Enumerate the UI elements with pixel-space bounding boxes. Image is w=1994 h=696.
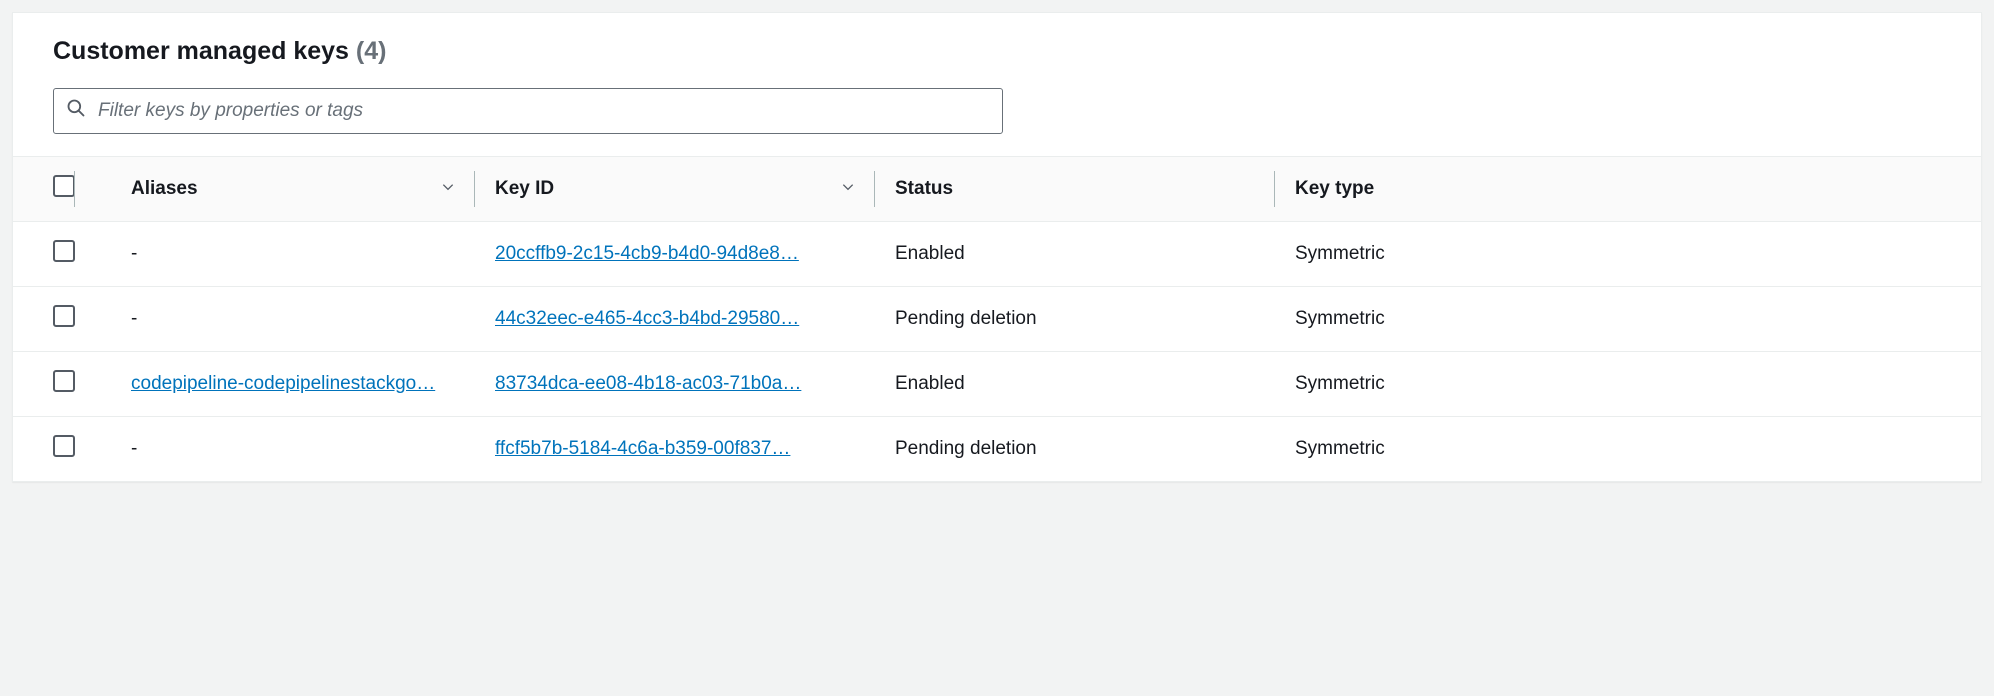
- title-text: Customer managed keys: [53, 37, 349, 65]
- column-header-aliases[interactable]: Aliases: [75, 157, 475, 222]
- column-label-aliases: Aliases: [131, 178, 198, 200]
- column-header-type[interactable]: Key type: [1275, 157, 1981, 222]
- table-row: - 44c32eec-e465-4cc3-b4bd-29580… Pending d…: [13, 287, 1981, 352]
- column-header-keyid[interactable]: Key ID: [475, 157, 875, 222]
- row-checkbox[interactable]: [53, 240, 75, 262]
- keyid-link[interactable]: ffcf5b7b-5184-4c6a-b359-00f837…: [495, 438, 790, 459]
- keyid-link[interactable]: 20ccffb9-2c15-4cb9-b4d0-94d8e8…: [495, 243, 799, 264]
- keyid-link[interactable]: 44c32eec-e465-4cc3-b4bd-29580…: [495, 308, 799, 329]
- keys-panel: Customer managed keys (4): [12, 12, 1982, 482]
- alias-cell: -: [131, 438, 137, 459]
- search-icon: [66, 98, 96, 124]
- panel-header: Customer managed keys (4): [13, 13, 1981, 76]
- row-checkbox[interactable]: [53, 305, 75, 327]
- panel-title: Customer managed keys (4): [53, 37, 386, 65]
- status-cell: Pending deletion: [875, 287, 1275, 352]
- filter-input[interactable]: [96, 99, 990, 123]
- table-row: - ffcf5b7b-5184-4c6a-b359-00f837… Pending …: [13, 417, 1981, 482]
- table-header-row: Aliases Key ID: [13, 157, 1981, 222]
- filter-box[interactable]: [53, 88, 1003, 134]
- row-checkbox[interactable]: [53, 435, 75, 457]
- status-cell: Enabled: [875, 352, 1275, 417]
- column-label-keyid: Key ID: [495, 178, 554, 200]
- status-cell: Enabled: [875, 222, 1275, 287]
- caret-down-icon: [841, 178, 855, 200]
- type-cell: Symmetric: [1275, 287, 1981, 352]
- keyid-link[interactable]: 83734dca-ee08-4b18-ac03-71b0a…: [495, 373, 801, 394]
- type-cell: Symmetric: [1275, 352, 1981, 417]
- column-header-status[interactable]: Status: [875, 157, 1275, 222]
- table-row: - 20ccffb9-2c15-4cb9-b4d0-94d8e8… EnabledS…: [13, 222, 1981, 287]
- alias-cell: -: [131, 243, 137, 264]
- type-cell: Symmetric: [1275, 222, 1981, 287]
- keys-table: Aliases Key ID: [13, 156, 1981, 481]
- alias-cell: -: [131, 308, 137, 329]
- status-cell: Pending deletion: [875, 417, 1275, 482]
- title-count: (4): [356, 37, 387, 65]
- alias-cell[interactable]: codepipeline-codepipelinestackgo…: [131, 373, 435, 394]
- type-cell: Symmetric: [1275, 417, 1981, 482]
- row-checkbox[interactable]: [53, 370, 75, 392]
- column-label-status: Status: [895, 178, 953, 200]
- caret-down-icon: [441, 178, 455, 200]
- select-all-checkbox[interactable]: [53, 175, 75, 197]
- column-label-type: Key type: [1295, 178, 1374, 200]
- table-row: codepipeline-codepipelinestackgo… 83734dc…: [13, 352, 1981, 417]
